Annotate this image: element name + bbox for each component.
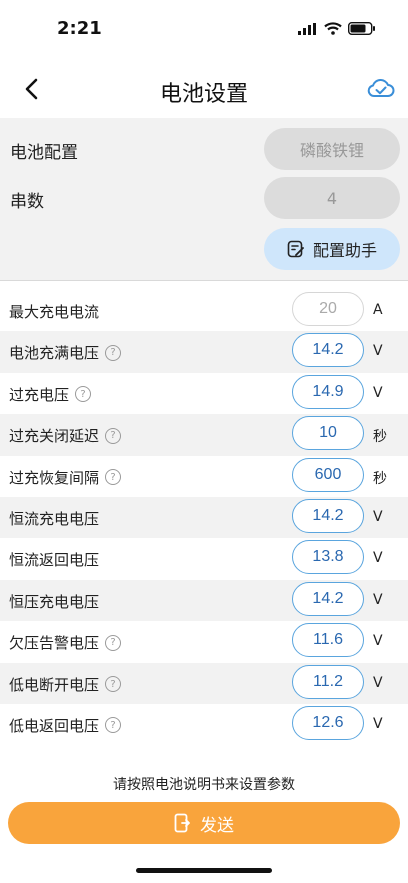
parameter-list: 最大充电电流A电池充满电压?V过充电压?V过充关闭延迟?秒过充恢复间隔?秒恒流充… xyxy=(0,290,408,745)
param-unit: A xyxy=(373,302,383,318)
param-value-input[interactable] xyxy=(292,623,364,658)
param-unit: 秒 xyxy=(373,470,387,487)
param-label-text: 低电返回电压 xyxy=(9,716,100,735)
cloud-sync-icon[interactable] xyxy=(366,76,396,102)
param-label-text: 欠压告警电压 xyxy=(9,634,100,653)
param-row: 过充电压? V xyxy=(0,373,408,414)
param-unit: 秒 xyxy=(373,429,387,446)
param-label-text: 过充电压 xyxy=(9,385,70,404)
param-unit: V xyxy=(373,591,383,608)
param-row: 恒流返回电压 V xyxy=(0,538,408,579)
section-divider xyxy=(0,280,408,281)
param-value-input[interactable] xyxy=(292,705,364,740)
param-value-input[interactable] xyxy=(292,581,364,616)
page-title: 电池设置 xyxy=(159,82,248,107)
battery-icon xyxy=(348,22,375,35)
param-row: 低电返回电压? V xyxy=(0,704,408,745)
param-value-input[interactable] xyxy=(292,416,364,451)
param-row: 最大充电电流 A xyxy=(0,290,408,331)
series-count-row: 串数 4 xyxy=(0,177,408,221)
navigation-bar: 电池设置 xyxy=(0,62,408,118)
help-icon[interactable]: ? xyxy=(105,427,122,444)
help-icon[interactable]: ? xyxy=(105,344,122,361)
param-row: 低电断开电压? V xyxy=(0,662,408,704)
param-label-text: 恒流返回电压 xyxy=(9,551,100,570)
param-label-text: 最大充电电流 xyxy=(9,303,100,321)
param-label: 过充恢复间隔? xyxy=(9,467,122,488)
param-label: 电池充满电压? xyxy=(9,342,122,363)
config-assistant-label: 配置助手 xyxy=(312,241,377,260)
series-count-select[interactable]: 4 xyxy=(264,177,400,219)
cellular-signal-icon xyxy=(298,22,316,35)
param-label-text: 过充恢复间隔 xyxy=(9,468,100,487)
series-count-label: 串数 xyxy=(10,192,44,212)
param-label: 欠压告警电压? xyxy=(9,632,122,653)
battery-type-label: 电池配置 xyxy=(10,143,78,163)
settings-hint: 请按照电池说明书来设置参数 xyxy=(113,777,295,793)
param-unit: V xyxy=(373,550,383,567)
param-unit: V xyxy=(373,343,383,360)
param-label: 最大充电电流 xyxy=(9,301,99,322)
param-row: 恒压充电电压 V xyxy=(0,579,408,622)
param-value-input[interactable] xyxy=(292,540,364,575)
param-unit: V xyxy=(373,674,383,691)
param-label-text: 电池充满电压 xyxy=(9,344,100,363)
status-time: 2:21 xyxy=(57,18,102,39)
param-label-text: 过充关闭延迟 xyxy=(9,427,100,446)
param-label-text: 恒流充电电压 xyxy=(9,509,100,528)
param-unit: V xyxy=(373,508,383,525)
send-device-icon xyxy=(174,813,190,833)
param-label-text: 恒压充电电压 xyxy=(9,592,100,611)
battery-config-section: 电池配置 磷酸铁锂 串数 4 配置助手 xyxy=(0,118,408,280)
help-icon[interactable]: ? xyxy=(75,386,92,403)
edit-document-icon xyxy=(287,240,304,258)
param-row: 恒流充电电压 V xyxy=(0,496,408,539)
param-label: 过充电压? xyxy=(9,384,92,405)
wifi-icon xyxy=(324,22,342,35)
status-bar: 2:21 xyxy=(0,0,408,60)
param-value-input[interactable] xyxy=(292,457,364,492)
param-unit: V xyxy=(373,384,383,401)
battery-type-row: 电池配置 磷酸铁锂 xyxy=(0,128,408,172)
param-label: 恒流充电电压 xyxy=(9,508,99,529)
param-label: 低电返回电压? xyxy=(9,715,122,736)
param-value-input[interactable] xyxy=(292,664,364,699)
param-value-input[interactable] xyxy=(292,292,364,326)
battery-type-select[interactable]: 磷酸铁锂 xyxy=(264,128,400,170)
help-icon[interactable]: ? xyxy=(105,469,122,486)
send-label: 发送 xyxy=(200,815,234,836)
param-row: 过充恢复间隔? 秒 xyxy=(0,456,408,497)
param-label: 恒流返回电压 xyxy=(9,549,99,570)
param-unit: V xyxy=(373,715,383,732)
param-label: 低电断开电压? xyxy=(9,674,122,695)
home-indicator xyxy=(136,868,272,873)
param-value-input[interactable] xyxy=(292,374,364,409)
param-label: 过充关闭延迟? xyxy=(9,425,122,446)
param-value-input[interactable] xyxy=(292,333,364,368)
param-value-input[interactable] xyxy=(292,498,364,533)
config-assistant-button[interactable]: 配置助手 xyxy=(264,228,400,270)
param-row: 过充关闭延迟? 秒 xyxy=(0,414,408,456)
param-label-text: 低电断开电压 xyxy=(9,675,100,694)
help-icon[interactable]: ? xyxy=(105,717,122,734)
param-row: 欠压告警电压? V xyxy=(0,621,408,662)
send-button[interactable]: 发送 xyxy=(8,802,400,844)
param-unit: V xyxy=(373,633,383,650)
param-label: 恒压充电电压 xyxy=(9,591,99,612)
status-icons xyxy=(298,22,376,35)
param-row: 电池充满电压? V xyxy=(0,331,408,373)
help-icon[interactable]: ? xyxy=(105,676,122,693)
help-icon[interactable]: ? xyxy=(105,634,122,651)
